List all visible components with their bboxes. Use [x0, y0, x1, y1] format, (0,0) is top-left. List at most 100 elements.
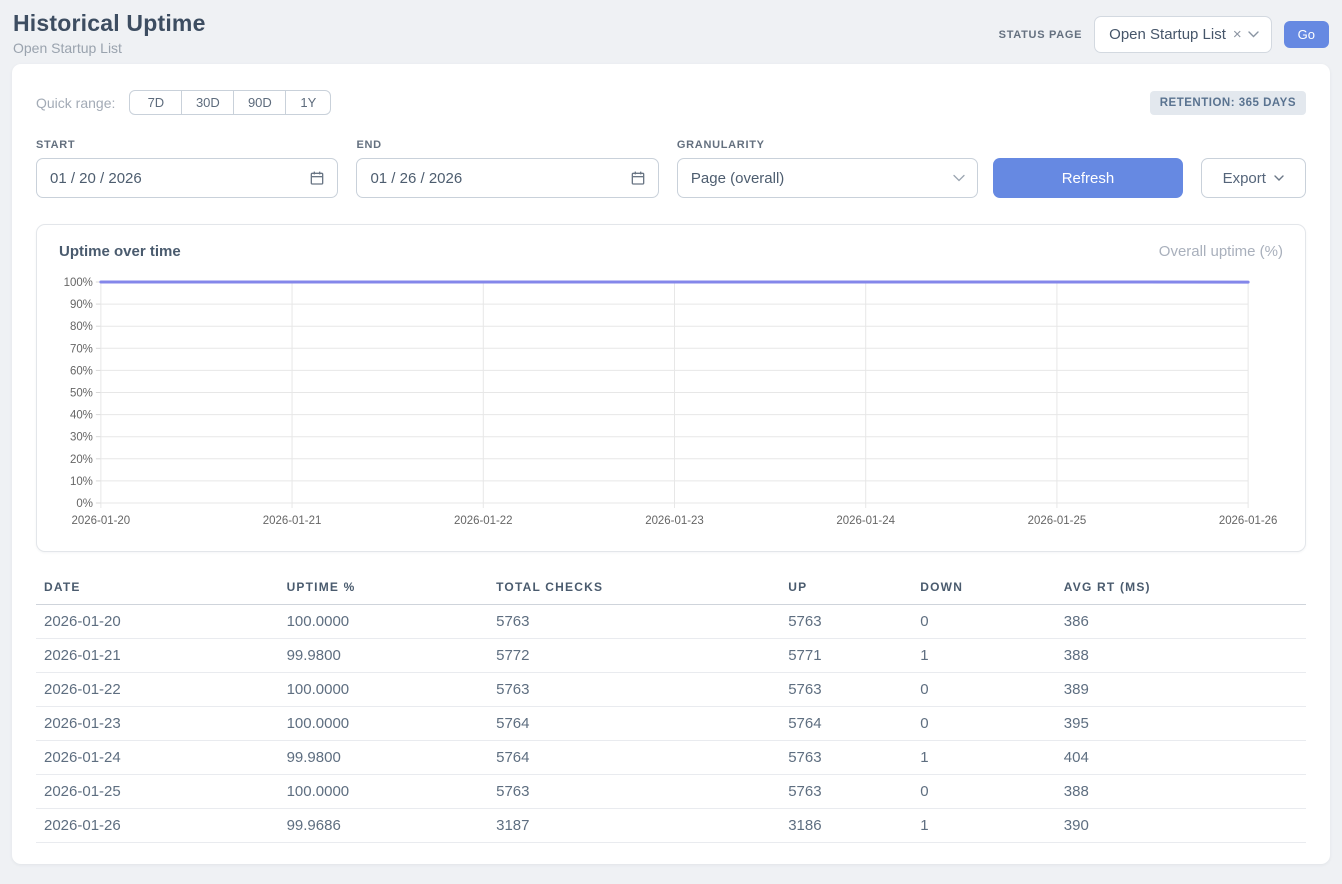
export-label: Export: [1223, 170, 1266, 187]
quick-range-7d[interactable]: 7D: [129, 90, 182, 115]
table-row: 2026-01-22100.0000576357630389: [36, 673, 1306, 707]
quick-range-row: Quick range: 7D 30D 90D 1Y RETENTION: 36…: [36, 90, 1306, 115]
svg-text:2026-01-23: 2026-01-23: [645, 515, 704, 527]
table-cell: 5763: [780, 605, 912, 639]
chart-title: Uptime over time: [59, 243, 181, 260]
quick-range-90d[interactable]: 90D: [233, 90, 286, 115]
table-cell: 0: [912, 775, 1056, 809]
table-cell: 388: [1056, 639, 1306, 673]
table-cell: 1: [912, 639, 1056, 673]
table-cell: 99.9800: [279, 639, 489, 673]
svg-text:10%: 10%: [70, 476, 93, 488]
quick-range-label: Quick range:: [36, 95, 115, 111]
svg-text:0%: 0%: [76, 498, 93, 510]
calendar-icon[interactable]: [309, 170, 325, 186]
table-cell: 5764: [488, 707, 780, 741]
table-cell: 100.0000: [279, 707, 489, 741]
column-header: DOWN: [912, 574, 1056, 605]
clear-icon[interactable]: ×: [1233, 27, 1242, 42]
table-cell: 2026-01-20: [36, 605, 279, 639]
uptime-chart: 0%10%20%30%40%50%60%70%80%90%100%2026-01…: [57, 274, 1285, 532]
granularity-value: Page (overall): [691, 170, 784, 187]
table-cell: 0: [912, 605, 1056, 639]
page-header: Historical Uptime Open Startup List STAT…: [0, 0, 1342, 64]
quick-range-1y[interactable]: 1Y: [285, 90, 331, 115]
svg-text:60%: 60%: [70, 365, 93, 377]
table-row: 2026-01-20100.0000576357630386: [36, 605, 1306, 639]
column-header: DATE: [36, 574, 279, 605]
end-date-value: 01 / 26 / 2026: [370, 170, 462, 187]
granularity-select[interactable]: Page (overall): [677, 158, 978, 198]
svg-text:70%: 70%: [70, 343, 93, 355]
quick-range-30d[interactable]: 30D: [181, 90, 234, 115]
table-cell: 2026-01-25: [36, 775, 279, 809]
table-cell: 5764: [488, 741, 780, 775]
table-cell: 395: [1056, 707, 1306, 741]
table-cell: 390: [1056, 809, 1306, 843]
chevron-down-icon: [953, 174, 965, 182]
granularity-label: GRANULARITY: [677, 139, 978, 151]
table-cell: 5764: [780, 707, 912, 741]
chevron-down-icon: [1248, 31, 1259, 38]
svg-text:2026-01-22: 2026-01-22: [454, 515, 513, 527]
chart-legend: Overall uptime (%): [1159, 243, 1283, 260]
svg-text:2026-01-21: 2026-01-21: [263, 515, 322, 527]
table-cell: 100.0000: [279, 673, 489, 707]
calendar-icon[interactable]: [630, 170, 646, 186]
table-cell: 3187: [488, 809, 780, 843]
page-title: Historical Uptime: [13, 10, 206, 37]
main-card: Quick range: 7D 30D 90D 1Y RETENTION: 36…: [12, 64, 1330, 864]
table-cell: 5763: [488, 673, 780, 707]
table-cell: 99.9800: [279, 741, 489, 775]
table-cell: 0: [912, 673, 1056, 707]
end-label: END: [356, 139, 658, 151]
status-page-select[interactable]: Open Startup List ×: [1094, 16, 1272, 53]
svg-text:90%: 90%: [70, 299, 93, 311]
table-cell: 2026-01-24: [36, 741, 279, 775]
export-button[interactable]: Export: [1201, 158, 1306, 198]
chevron-down-icon: [1274, 175, 1284, 182]
table-cell: 1: [912, 809, 1056, 843]
table-cell: 5763: [780, 741, 912, 775]
table-header: DATEUPTIME %TOTAL CHECKSUPDOWNAVG RT (MS…: [36, 574, 1306, 605]
table-cell: 0: [912, 707, 1056, 741]
uptime-table: DATEUPTIME %TOTAL CHECKSUPDOWNAVG RT (MS…: [36, 574, 1306, 843]
start-date-value: 01 / 20 / 2026: [50, 170, 142, 187]
table-row: 2026-01-2699.9686318731861390: [36, 809, 1306, 843]
svg-text:80%: 80%: [70, 321, 93, 333]
svg-text:2026-01-24: 2026-01-24: [836, 515, 895, 527]
table-row: 2026-01-2499.9800576457631404: [36, 741, 1306, 775]
table-cell: 2026-01-26: [36, 809, 279, 843]
refresh-button[interactable]: Refresh: [993, 158, 1182, 198]
svg-text:40%: 40%: [70, 410, 93, 422]
quick-range-group: 7D 30D 90D 1Y: [129, 90, 331, 115]
table-row: 2026-01-2199.9800577257711388: [36, 639, 1306, 673]
table-cell: 404: [1056, 741, 1306, 775]
go-button[interactable]: Go: [1284, 21, 1329, 48]
start-date-input[interactable]: 01 / 20 / 2026: [36, 158, 338, 198]
svg-text:2026-01-26: 2026-01-26: [1219, 515, 1278, 527]
table-cell: 5771: [780, 639, 912, 673]
status-page-value: Open Startup List: [1109, 26, 1226, 43]
page-subtitle: Open Startup List: [13, 40, 206, 56]
retention-badge: RETENTION: 365 DAYS: [1150, 91, 1306, 115]
table-cell: 5763: [488, 605, 780, 639]
table-cell: 100.0000: [279, 775, 489, 809]
table-row: 2026-01-25100.0000576357630388: [36, 775, 1306, 809]
column-header: UPTIME %: [279, 574, 489, 605]
column-header: TOTAL CHECKS: [488, 574, 780, 605]
end-date-input[interactable]: 01 / 26 / 2026: [356, 158, 658, 198]
table-cell: 3186: [780, 809, 912, 843]
table-cell: 99.9686: [279, 809, 489, 843]
table-cell: 2026-01-21: [36, 639, 279, 673]
table-cell: 5763: [780, 673, 912, 707]
header-controls: STATUS PAGE Open Startup List × Go: [999, 16, 1329, 53]
table-cell: 5763: [780, 775, 912, 809]
column-header: AVG RT (MS): [1056, 574, 1306, 605]
title-block: Historical Uptime Open Startup List: [13, 10, 206, 56]
svg-text:2026-01-25: 2026-01-25: [1028, 515, 1087, 527]
table-cell: 388: [1056, 775, 1306, 809]
table-row: 2026-01-23100.0000576457640395: [36, 707, 1306, 741]
table-cell: 5763: [488, 775, 780, 809]
table-cell: 1: [912, 741, 1056, 775]
